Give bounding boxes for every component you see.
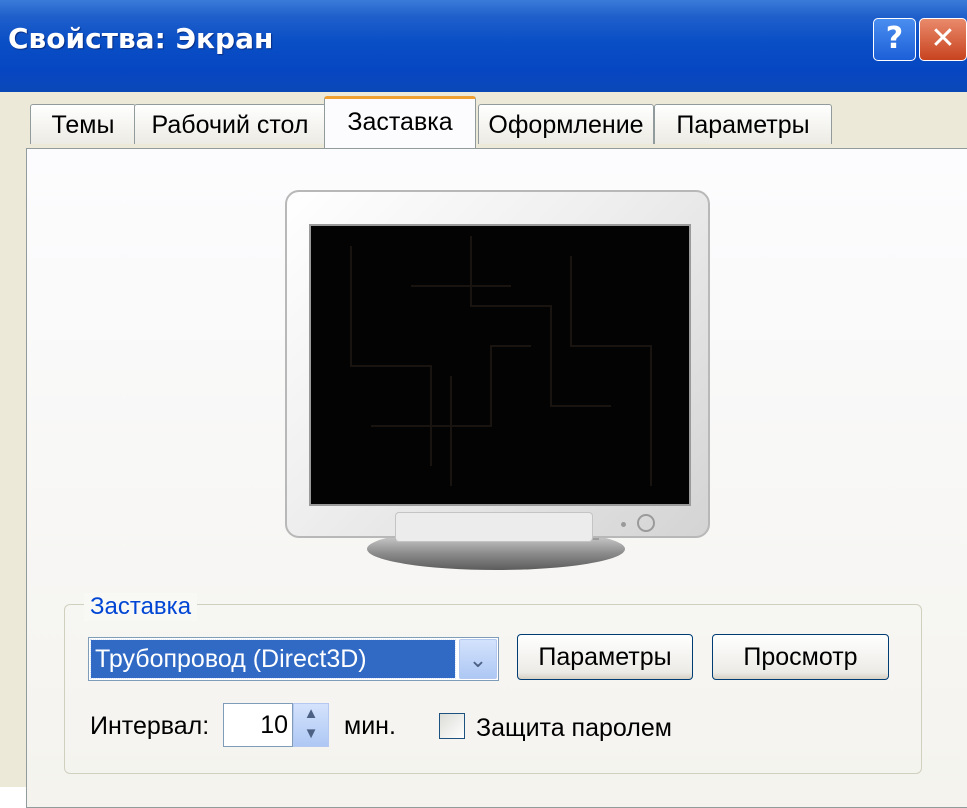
monitor-frame bbox=[285, 190, 710, 542]
password-label[interactable]: Защита паролем bbox=[476, 714, 672, 743]
monitor-screen bbox=[309, 224, 691, 506]
password-checkbox[interactable] bbox=[439, 713, 465, 739]
monitor-preview bbox=[285, 190, 710, 575]
spin-arrows-icon[interactable]: ▲ ▼ bbox=[293, 703, 329, 747]
interval-input[interactable]: 10 bbox=[223, 703, 293, 747]
screensaver-select-value: Трубопровод (Direct3D) bbox=[90, 639, 456, 679]
chevron-down-icon[interactable]: ⌄ bbox=[459, 639, 497, 679]
tab-settings[interactable]: Параметры bbox=[654, 104, 832, 144]
close-icon: ✕ bbox=[930, 21, 956, 56]
settings-button[interactable]: Параметры bbox=[517, 634, 693, 680]
power-icon bbox=[637, 514, 655, 532]
screensaver-group-label: Заставка bbox=[84, 593, 198, 621]
tab-themes[interactable]: Темы bbox=[30, 104, 136, 144]
help-icon: ? bbox=[885, 21, 904, 56]
tab-desktop[interactable]: Рабочий стол bbox=[134, 104, 326, 144]
screensaver-group bbox=[64, 604, 922, 774]
close-button[interactable]: ✕ bbox=[919, 18, 967, 61]
tab-appearance[interactable]: Оформление bbox=[478, 104, 654, 144]
window-title: Свойства: Экран bbox=[8, 22, 274, 55]
title-bar[interactable]: Свойства: Экран ? ✕ bbox=[0, 0, 967, 92]
help-button[interactable]: ? bbox=[873, 18, 916, 61]
interval-unit: мин. bbox=[344, 712, 396, 740]
preview-button[interactable]: Просмотр bbox=[712, 634, 889, 680]
tab-screensaver[interactable]: Заставка bbox=[324, 96, 476, 148]
interval-label: Интервал: bbox=[90, 712, 210, 740]
monitor-slot bbox=[395, 512, 593, 542]
screensaver-select[interactable]: Трубопровод (Direct3D) ⌄ bbox=[88, 637, 499, 681]
pipes-pattern bbox=[350, 236, 652, 486]
monitor-led bbox=[621, 522, 626, 527]
